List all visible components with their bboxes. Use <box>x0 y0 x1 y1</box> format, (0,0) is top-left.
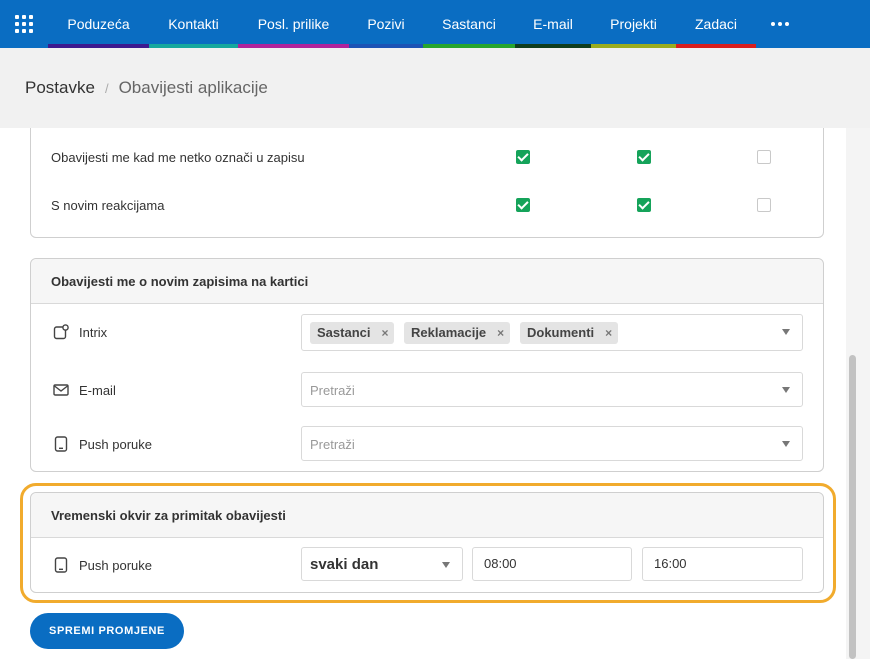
phone-icon <box>54 436 68 452</box>
checkbox-intrix-reactions[interactable] <box>516 198 530 212</box>
highlight-outline <box>20 483 836 603</box>
settings-content: Obavijesti me kad me netko označi u zapi… <box>0 128 846 659</box>
breadcrumb-root[interactable]: Postavke <box>25 78 95 98</box>
breadcrumb: Postavke / Obavijesti aplikacije <box>0 48 870 128</box>
chevron-down-icon[interactable] <box>782 387 790 393</box>
nav-item-pozivi[interactable]: Pozivi <box>349 0 423 48</box>
section-title: Obavijesti me o novim zapisima na kartic… <box>31 259 823 304</box>
notify-row-label: Obavijesti me kad me netko označi u zapi… <box>51 150 305 165</box>
push-card-select[interactable]: Pretraži <box>301 426 803 461</box>
channel-label-email: E-mail <box>79 383 116 398</box>
apps-grid-icon[interactable] <box>0 0 48 48</box>
nav-item-projekti[interactable]: Projekti <box>591 0 676 48</box>
nav-label: Poduzeća <box>67 16 130 32</box>
nav-label: Zadaci <box>694 16 738 32</box>
nav-item-posl-prilike[interactable]: Posl. prilike <box>238 0 349 48</box>
nav-label: Posl. prilike <box>257 16 330 32</box>
nav-item-kontakti[interactable]: Kontakti <box>149 0 238 48</box>
email-card-select[interactable]: Pretraži <box>301 372 803 407</box>
nav-item-e-mail[interactable]: E-mail <box>515 0 591 48</box>
breadcrumb-current: Obavijesti aplikacije <box>118 78 268 97</box>
checkbox-intrix-mention[interactable] <box>516 150 530 164</box>
checkbox-email-mention[interactable] <box>637 150 651 164</box>
nav-label: E-mail <box>533 16 573 32</box>
nav-item-sastanci[interactable]: Sastanci <box>423 0 515 48</box>
checkbox-push-reactions[interactable] <box>757 198 771 212</box>
top-navigation: Poduzeća Kontakti Posl. prilike Pozivi S… <box>0 0 870 48</box>
notify-row-label: S novim reakcijama <box>51 198 165 213</box>
nav-label: Projekti <box>610 16 657 32</box>
breadcrumb-separator: / <box>104 80 109 96</box>
nav-label: Kontakti <box>168 16 219 32</box>
tag-label: Dokumenti <box>527 325 595 340</box>
checkbox-email-reactions[interactable] <box>637 198 651 212</box>
nav-item-poduzeca[interactable]: Poduzeća <box>48 0 149 48</box>
remove-tag-icon[interactable]: × <box>497 322 504 344</box>
save-button[interactable]: SPREMI PROMJENE <box>30 613 184 649</box>
more-icon[interactable] <box>756 0 804 48</box>
mention-notifications-card: Obavijesti me kad me netko označi u zapi… <box>30 128 824 238</box>
tag-label: Sastanci <box>317 325 371 340</box>
tag-sastanci: Sastanci × <box>310 322 395 344</box>
scrollbar-thumb[interactable] <box>849 355 856 659</box>
new-records-card: Obavijesti me o novim zapisima na kartic… <box>30 258 824 472</box>
channel-label-intrix: Intrix <box>79 325 108 340</box>
nav-item-zadaci[interactable]: Zadaci <box>676 0 756 48</box>
remove-tag-icon[interactable]: × <box>381 322 388 344</box>
mail-icon <box>53 384 69 396</box>
select-placeholder: Pretraži <box>310 437 355 452</box>
intrix-card-select[interactable]: Sastanci × Reklamacije × Dokumenti × <box>301 314 803 351</box>
tag-label: Reklamacije <box>411 325 487 340</box>
channel-label-push: Push poruke <box>79 437 152 452</box>
chevron-down-icon[interactable] <box>782 441 790 447</box>
intrix-icon <box>53 324 69 340</box>
tag-dokumenti: Dokumenti × <box>520 322 619 344</box>
checkbox-push-mention[interactable] <box>757 150 771 164</box>
nav-label: Pozivi <box>367 16 405 32</box>
remove-tag-icon[interactable]: × <box>605 322 612 344</box>
chevron-down-icon[interactable] <box>782 329 790 335</box>
tag-reklamacije: Reklamacije × <box>404 322 511 344</box>
select-placeholder: Pretraži <box>310 383 355 398</box>
nav-label: Sastanci <box>442 16 496 32</box>
